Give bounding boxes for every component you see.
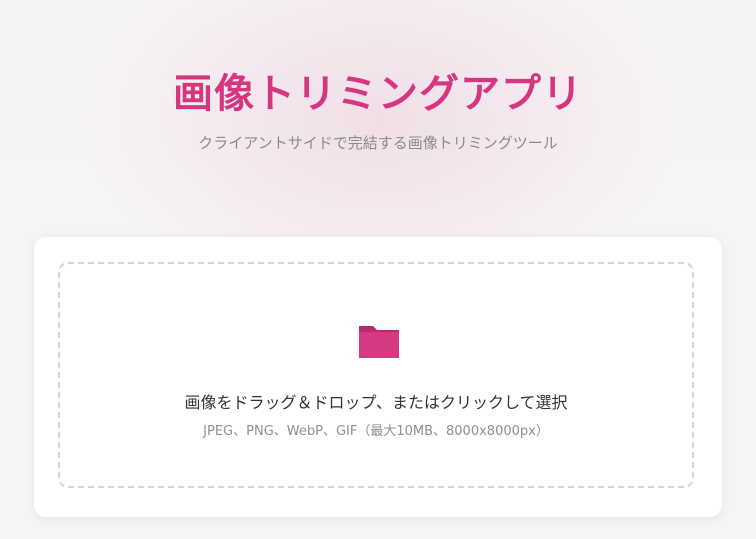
upload-dropzone[interactable]: 画像をドラッグ＆ドロップ、またはクリックして選択 JPEG、PNG、WebP、G…: [58, 262, 694, 488]
supported-formats: JPEG、PNG、WebP、GIF（最大10MB、8000x8000px）: [203, 424, 549, 439]
page-title: 画像トリミングアプリ: [173, 71, 583, 117]
upload-card: 画像をドラッグ＆ドロップ、またはクリックして選択 JPEG、PNG、WebP、G…: [34, 237, 722, 517]
upload-instruction: 画像をドラッグ＆ドロップ、またはクリックして選択: [184, 393, 568, 412]
page-subtitle: クライアントサイドで完結する画像トリミングツール: [198, 134, 558, 152]
folder-icon: [359, 326, 399, 358]
